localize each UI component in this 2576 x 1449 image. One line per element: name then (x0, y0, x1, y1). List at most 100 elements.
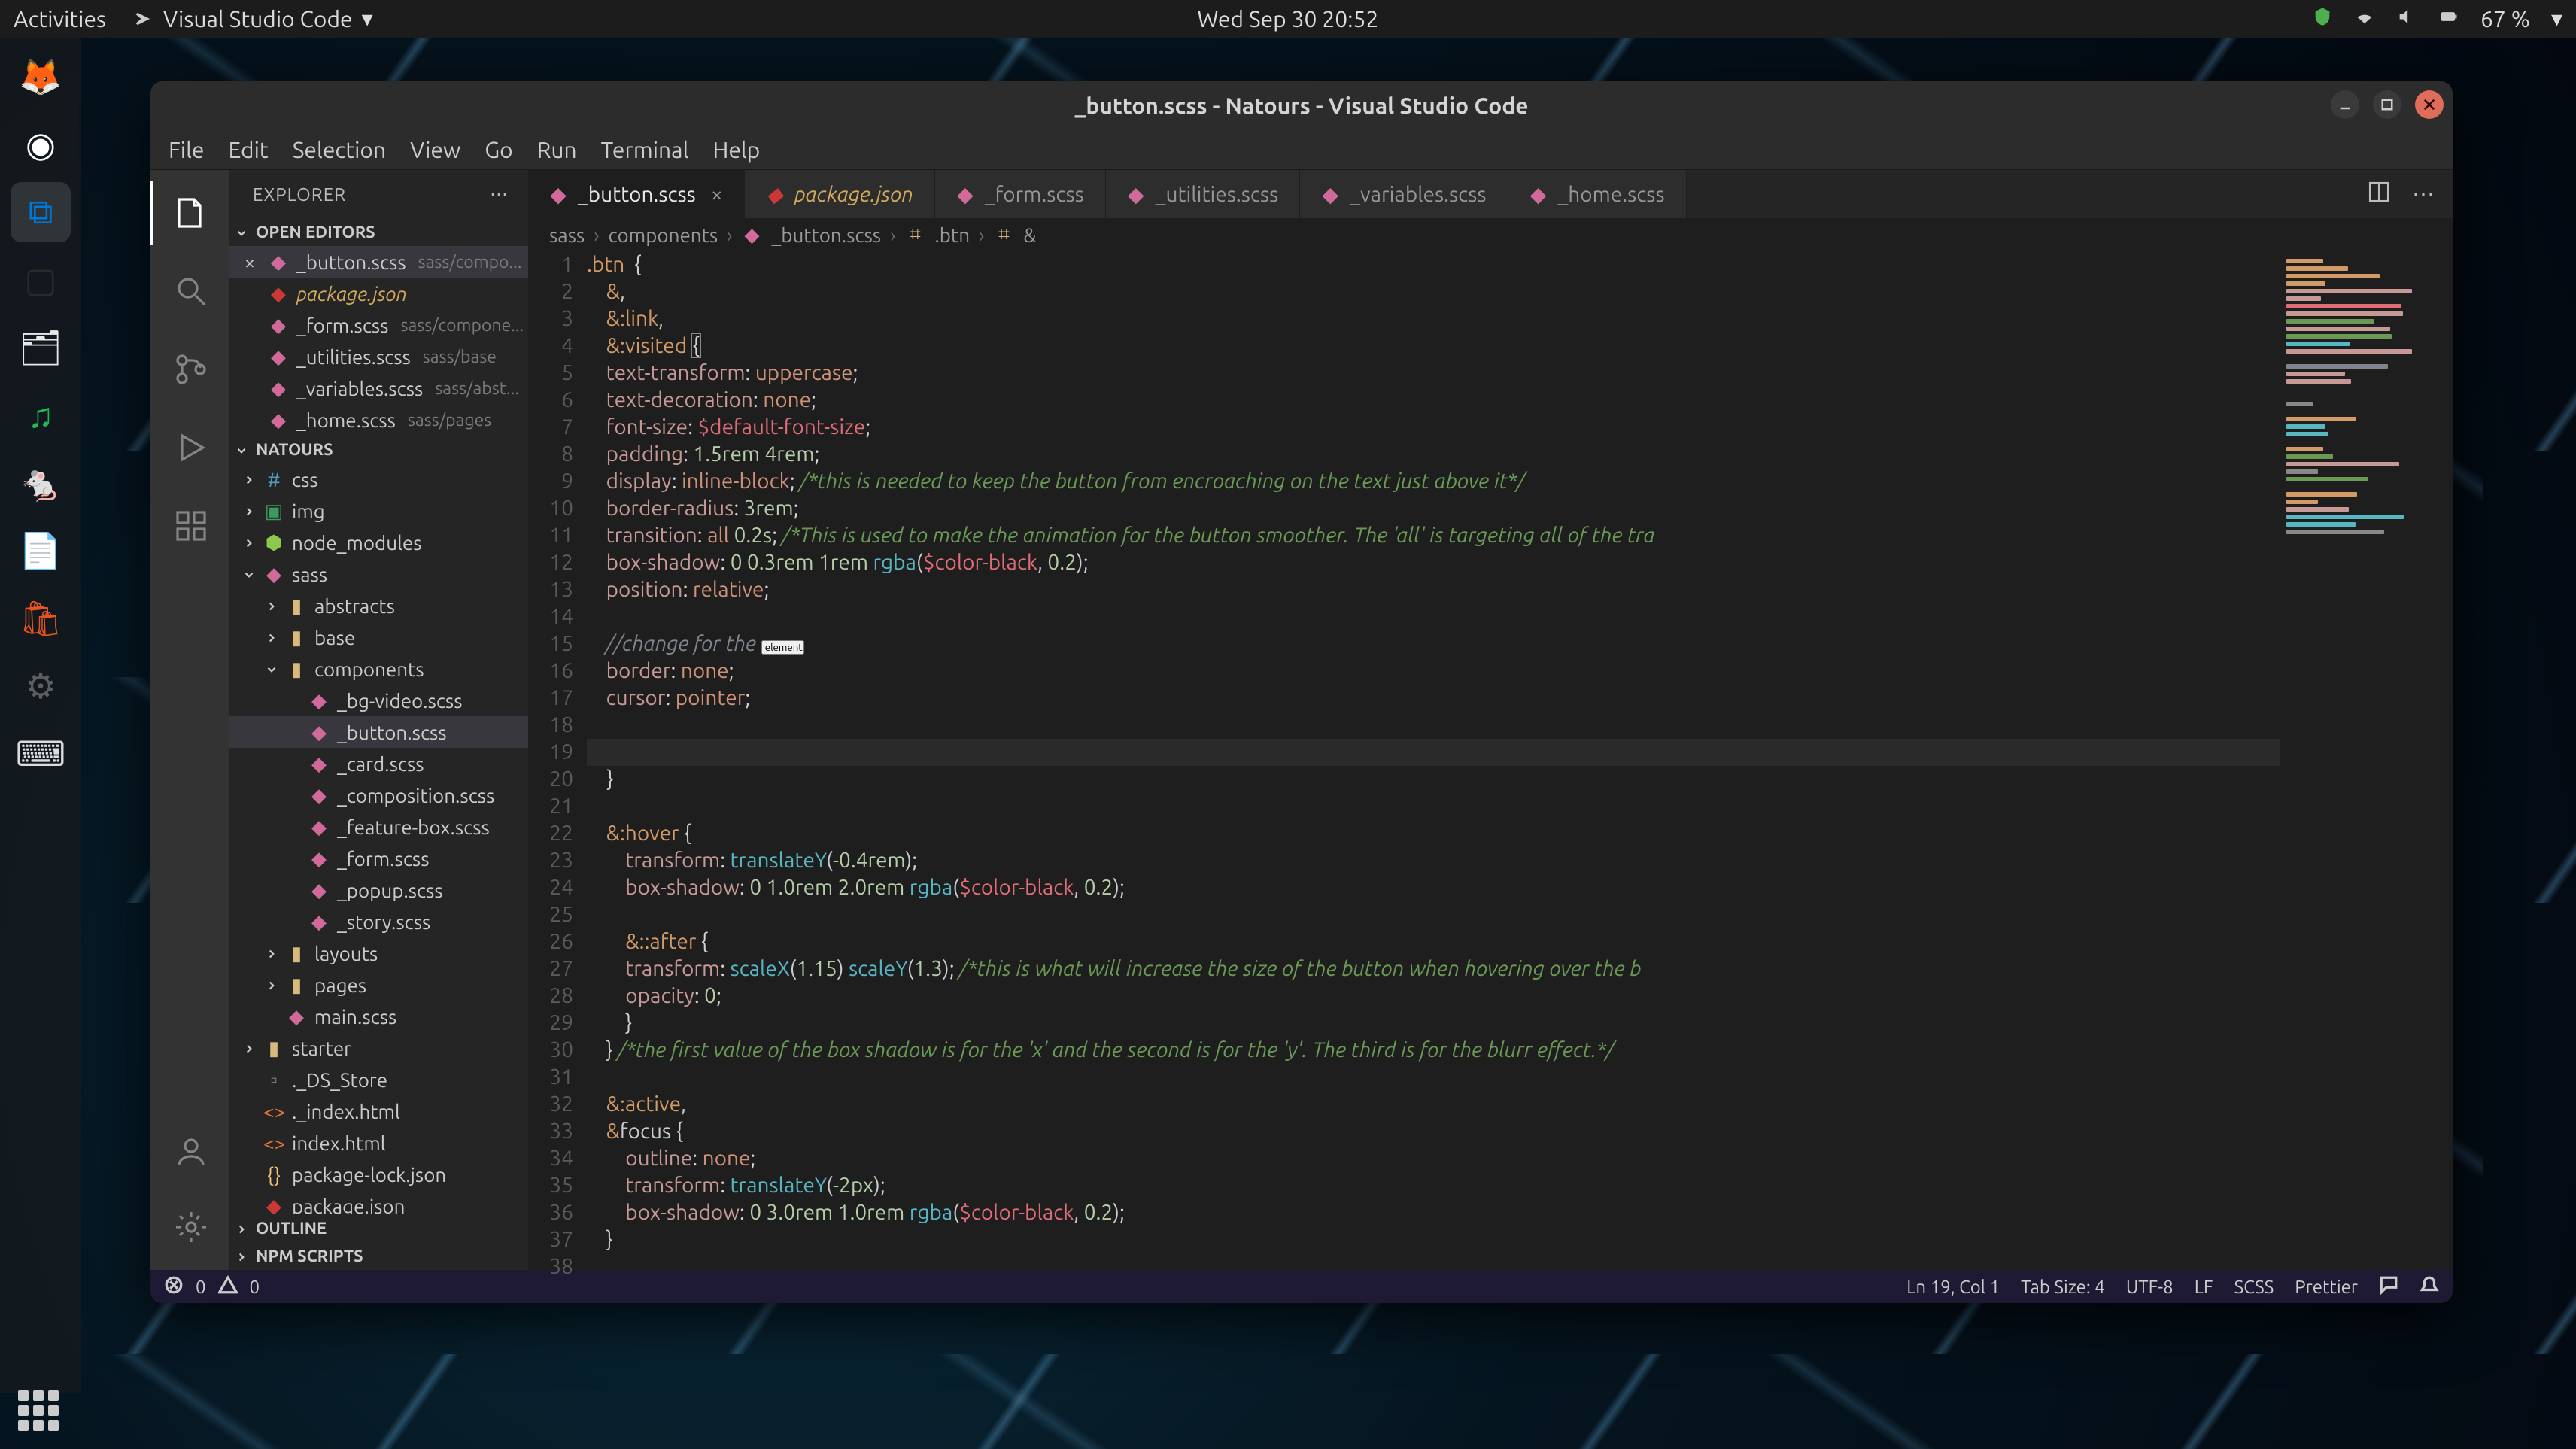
breadcrumb-item[interactable]: .btn (934, 224, 970, 246)
dock-robot[interactable]: 🐁 (11, 453, 71, 513)
activity-explorer[interactable] (150, 181, 229, 245)
open-editor-item[interactable]: ◆_variables.scsssass/abst... (229, 372, 528, 404)
tab-size[interactable]: Tab Size: 4 (2021, 1277, 2105, 1297)
activity-extensions[interactable] (150, 494, 229, 558)
tree-folder[interactable]: ▮abstracts (229, 590, 528, 621)
tree-folder[interactable]: #css (229, 463, 528, 495)
tree-file[interactable]: ◆main.scss (229, 1001, 528, 1032)
menu-edit[interactable]: Edit (229, 137, 269, 163)
dock-terminal[interactable]: ▢ (11, 250, 71, 310)
more-actions-icon[interactable]: ⋯ (2412, 181, 2435, 208)
split-editor-icon[interactable] (2367, 180, 2391, 208)
open-editor-item[interactable]: ×◆_button.scsssass/compo... (229, 246, 528, 278)
minimize-button[interactable] (2331, 90, 2359, 119)
chevron-down-icon[interactable]: ▾ (2551, 5, 2562, 32)
activities-button[interactable]: Activities (14, 6, 106, 32)
tree-file[interactable]: ◆_feature-box.scss (229, 811, 528, 843)
tree-file[interactable]: ◆package.json (229, 1190, 528, 1214)
tree-file[interactable]: ◆_button.scss (229, 716, 528, 748)
tree-file[interactable]: ◆_form.scss (229, 843, 528, 874)
tree-folder[interactable]: ▮starter (229, 1032, 528, 1064)
tree-file[interactable]: ◆_bg-video.scss (229, 685, 528, 716)
show-applications-button[interactable] (18, 1390, 63, 1435)
language-mode[interactable]: SCSS (2234, 1277, 2274, 1297)
breadcrumb-item[interactable]: sass (549, 224, 585, 246)
outline-header[interactable]: OUTLINE (229, 1214, 528, 1242)
breadcrumb[interactable]: sass›components›◆_button.scss›⌗.btn›⌗& (528, 218, 2453, 251)
errors-icon[interactable] (164, 1275, 184, 1299)
tab-package-json[interactable]: ◆package.json (745, 170, 935, 218)
activity-settings[interactable] (170, 1195, 209, 1259)
minimap[interactable] (2280, 251, 2453, 1270)
tree-folder[interactable]: ▮base (229, 621, 528, 653)
tree-file[interactable]: <>._index.html (229, 1095, 528, 1127)
open-editor-item[interactable]: ◆_form.scsssass/compone... (229, 309, 528, 341)
tree-file[interactable]: ◆_composition.scss (229, 779, 528, 811)
shield-icon[interactable] (2312, 6, 2333, 32)
tree-file[interactable]: {}package-lock.json (229, 1159, 528, 1190)
encoding[interactable]: UTF-8 (2126, 1277, 2174, 1297)
dock-vscode[interactable]: ⧉ (11, 182, 71, 242)
breadcrumb-item[interactable]: _button.scss (771, 224, 881, 246)
tree-folder[interactable]: ◆sass (229, 558, 528, 590)
dock-chrome[interactable]: ◉ (11, 114, 71, 175)
tab-_home-scss[interactable]: ◆_home.scss (1508, 170, 1687, 218)
menu-terminal[interactable]: Terminal (601, 137, 689, 163)
cursor-position[interactable]: Ln 19, Col 1 (1906, 1277, 2000, 1297)
activity-run[interactable] (150, 415, 229, 480)
maximize-button[interactable] (2373, 90, 2401, 119)
wifi-icon[interactable] (2354, 6, 2375, 32)
menu-run[interactable]: Run (537, 137, 577, 163)
npm-scripts-header[interactable]: NPM SCRIPTS (229, 1242, 528, 1270)
open-editor-item[interactable]: ◆package.json (229, 278, 528, 309)
tree-folder[interactable]: ▮pages (229, 969, 528, 1001)
tree-file[interactable]: ▫._DS_Store (229, 1064, 528, 1095)
activity-search[interactable] (150, 259, 229, 324)
activity-scm[interactable] (150, 337, 229, 402)
open-editor-item[interactable]: ◆_home.scsssass/pages (229, 404, 528, 436)
bell-icon[interactable] (2420, 1275, 2439, 1299)
battery-icon[interactable] (2438, 6, 2459, 32)
tree-folder[interactable]: ⬢node_modules (229, 527, 528, 558)
clock[interactable]: Wed Sep 30 20:52 (1198, 6, 1379, 32)
dock-software[interactable]: 🛍 (11, 588, 71, 649)
dock-files[interactable]: 🗂 (11, 317, 71, 378)
tree-folder[interactable]: ▮components (229, 653, 528, 685)
tab-_utilities-scss[interactable]: ◆_utilities.scss (1106, 170, 1300, 218)
tab-_button-scss[interactable]: ◆_button.scss× (528, 170, 745, 218)
feedback-icon[interactable] (2379, 1275, 2398, 1299)
menu-selection[interactable]: Selection (293, 137, 386, 163)
volume-icon[interactable] (2396, 6, 2417, 32)
code-area[interactable]: .btn { &, &:link, &:visited { text-trans… (587, 251, 2453, 1270)
menu-view[interactable]: View (410, 137, 460, 163)
tab-_form-scss[interactable]: ◆_form.scss (935, 170, 1106, 218)
close-icon[interactable]: × (239, 251, 260, 273)
tree-file[interactable]: ◆_popup.scss (229, 874, 528, 906)
dock-spotify[interactable]: ♫ (11, 385, 71, 445)
tree-file[interactable]: ◆_card.scss (229, 748, 528, 779)
tree-file[interactable]: <>index.html (229, 1127, 528, 1159)
open-editors-header[interactable]: OPEN EDITORS (229, 218, 528, 246)
prettier-status[interactable]: Prettier (2295, 1277, 2358, 1297)
project-header[interactable]: NATOURS (229, 436, 528, 463)
tree-folder[interactable]: ▣img (229, 495, 528, 527)
active-app-menu[interactable]: Visual Studio Code ▾ (133, 5, 373, 32)
sidebar-more-icon[interactable]: ⋯ (490, 184, 509, 205)
dock-firefox[interactable]: 🦊 (11, 47, 71, 107)
dock-libreoffice[interactable]: 📄 (11, 521, 71, 581)
activity-accounts[interactable] (170, 1119, 209, 1184)
dock-settings[interactable]: ⚙ (11, 656, 71, 716)
menu-help[interactable]: Help (712, 137, 760, 163)
open-editor-item[interactable]: ◆_utilities.scsssass/base (229, 341, 528, 372)
tree-file[interactable]: ◆_story.scss (229, 906, 528, 937)
menu-go[interactable]: Go (485, 137, 512, 163)
tab-_variables-scss[interactable]: ◆_variables.scss (1300, 170, 1508, 218)
close-icon[interactable]: × (711, 183, 723, 206)
breadcrumb-item[interactable]: components (609, 224, 718, 246)
warnings-icon[interactable] (218, 1275, 238, 1299)
editor[interactable]: 1234567891011121314151617181920212223242… (528, 251, 2453, 1270)
breadcrumb-item[interactable]: & (1023, 224, 1036, 246)
eol[interactable]: LF (2195, 1277, 2213, 1297)
dock-toggle[interactable]: ⌨ (11, 724, 71, 784)
menu-file[interactable]: File (169, 137, 205, 163)
